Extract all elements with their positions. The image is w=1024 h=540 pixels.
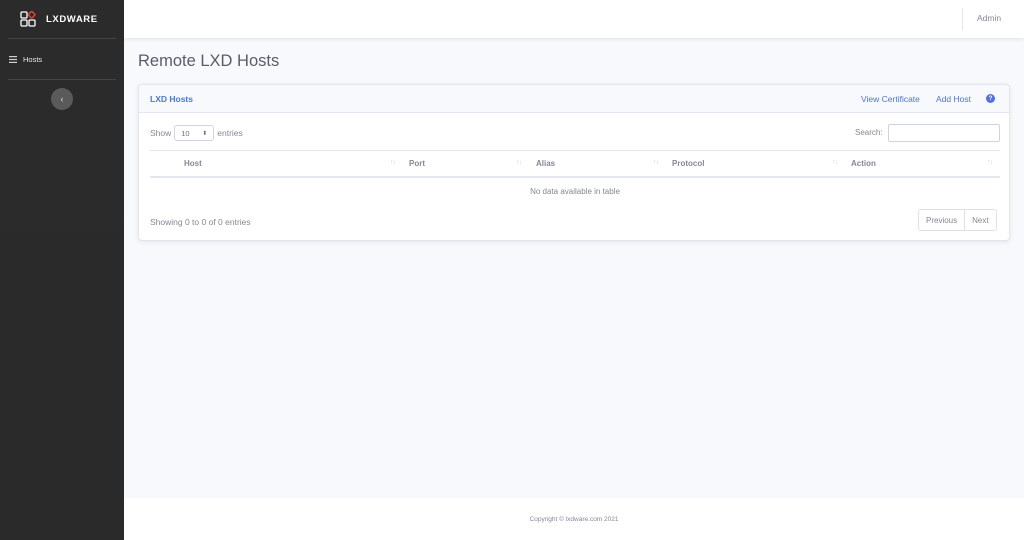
empty-message: No data available in table: [530, 186, 620, 196]
sidebar: LXDWARE Hosts ‹: [0, 0, 124, 540]
sidebar-divider: [8, 79, 116, 80]
sort-icon: ↑↓: [390, 159, 396, 166]
add-host-link[interactable]: Add Host: [936, 94, 971, 104]
sort-icon: ↑↓: [832, 159, 838, 166]
page-length-control: Show 10 ⬍ entries: [150, 125, 243, 141]
previous-button[interactable]: Previous: [919, 210, 965, 230]
table-header: Host ↑↓ Port ↑↓ Alias ↑↓ Protocol ↑↓ Act…: [150, 150, 1000, 178]
list-icon: [9, 55, 17, 63]
footer: Copyright © lxdware.com 2021: [124, 498, 1024, 540]
topbar: Admin: [124, 0, 1024, 38]
next-button[interactable]: Next: [964, 210, 996, 230]
column-header-port[interactable]: Port: [409, 159, 425, 168]
column-header-action[interactable]: Action: [851, 159, 876, 168]
card-header: LXD Hosts View Certificate Add Host ?: [139, 85, 1009, 113]
table-empty-row: No data available in table: [150, 178, 1000, 204]
hosts-card: LXD Hosts View Certificate Add Host ? Sh…: [138, 84, 1010, 241]
card-title: LXD Hosts: [150, 94, 193, 104]
show-label: Show: [150, 128, 172, 138]
entries-label: entries: [217, 128, 243, 138]
chevron-left-icon: ‹: [60, 93, 64, 104]
sidebar-item-label: Hosts: [23, 54, 43, 64]
help-icon[interactable]: ?: [986, 94, 995, 103]
sort-icon: ↑↓: [516, 159, 522, 166]
pagination: Previous Next: [918, 209, 997, 231]
page-length-select[interactable]: 10 ⬍: [174, 125, 215, 141]
brand[interactable]: LXDWARE: [0, 0, 124, 38]
topbar-divider: [962, 8, 963, 30]
table-info: Showing 0 to 0 of 0 entries: [150, 217, 251, 227]
sort-icon: ↑↓: [653, 159, 659, 166]
view-certificate-link[interactable]: View Certificate: [861, 94, 920, 104]
brand-name: LXDWARE: [46, 13, 98, 25]
sidebar-toggle-button[interactable]: ‹: [51, 88, 73, 110]
page-length-value: 10: [181, 128, 190, 138]
copyright-text: Copyright © lxdware.com 2021: [529, 515, 619, 523]
select-arrows-icon: ⬍: [202, 130, 208, 137]
lxdware-logo-icon: [20, 11, 36, 27]
hosts-table: Host ↑↓ Port ↑↓ Alias ↑↓ Protocol ↑↓ Act…: [150, 150, 1000, 204]
user-menu[interactable]: Admin: [977, 13, 1001, 23]
sort-icon: ↑↓: [987, 159, 993, 166]
column-header-protocol[interactable]: Protocol: [672, 159, 704, 168]
column-header-alias[interactable]: Alias: [536, 159, 555, 168]
search-input[interactable]: [888, 124, 1000, 142]
search-label: Search:: [855, 128, 883, 137]
sidebar-item-hosts[interactable]: Hosts: [0, 39, 124, 79]
column-header-host[interactable]: Host: [184, 159, 202, 168]
page-title: Remote LXD Hosts: [138, 52, 280, 70]
